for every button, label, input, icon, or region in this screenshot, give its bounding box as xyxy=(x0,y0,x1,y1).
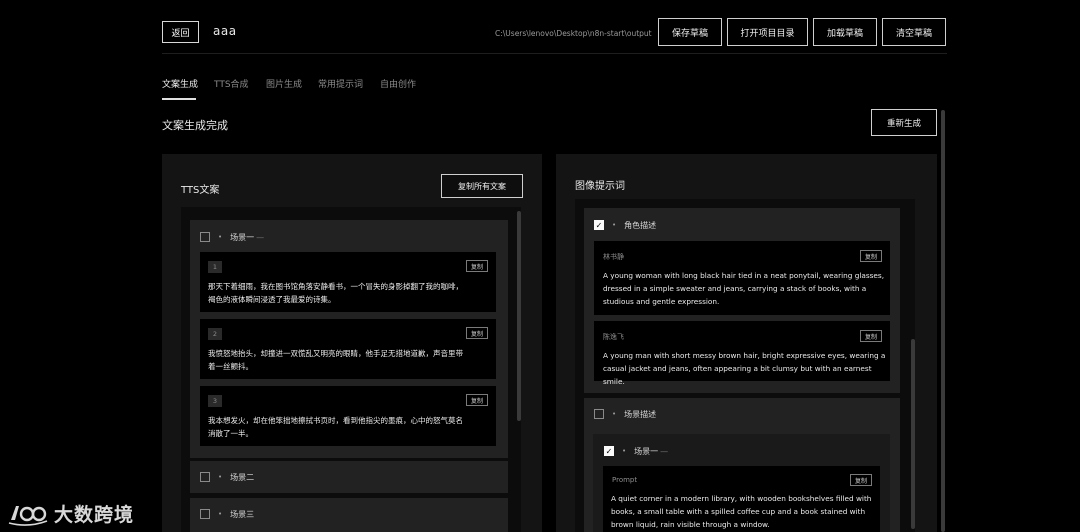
scene-block-label: 场景一 xyxy=(634,446,659,456)
line-number: 2 xyxy=(208,328,222,340)
character-name: 陈逸飞 xyxy=(603,333,624,341)
tts-line-text: 我愤怒地抬头，却撞进一双慌乱又明亮的眼睛，他手足无措地道歉，声音里带 着一丝颤抖… xyxy=(208,349,463,371)
tab-free-create[interactable]: 自由创作 xyxy=(380,77,416,90)
scene-section-label: 场景描述 xyxy=(624,409,657,419)
project-name: aaa xyxy=(213,24,237,38)
regenerate-button[interactable]: 重新生成 xyxy=(871,109,937,136)
copy-line-2-button[interactable]: 复制 xyxy=(466,327,488,339)
prompt-label: Prompt xyxy=(612,476,638,484)
tts-scene-1: • 场景一 — 1 复制 那天下着细雨，我在图书馆角落安静看书，一个冒失的身影掉… xyxy=(190,220,508,458)
page-scrollbar[interactable] xyxy=(941,110,945,532)
tts-scene-3[interactable]: • 场景三 xyxy=(190,498,508,532)
tts-line-card-1: 1 复制 那天下着细雨，我在图书馆角落安静看书，一个冒失的身影掉翻了我的咖啡， … xyxy=(200,252,496,312)
bullet-icon: • xyxy=(622,447,627,455)
character-section-label: 角色描述 xyxy=(624,220,657,230)
bullet-icon: • xyxy=(218,510,223,518)
scene-block-header: ✓ • 场景一 — xyxy=(604,444,668,458)
back-button[interactable]: 返回 xyxy=(162,21,199,43)
character-name: 林书静 xyxy=(603,253,624,261)
line-number: 3 xyxy=(208,395,222,407)
copy-all-button[interactable]: 复制所有文案 xyxy=(441,174,523,198)
tab-image-gen[interactable]: 图片生成 xyxy=(266,77,302,90)
character-description: A young man with short messy brown hair,… xyxy=(603,351,886,386)
scene-header: • 场景二 xyxy=(200,470,254,484)
watermark: 大数跨境 xyxy=(8,498,134,528)
character-section-checkbox[interactable]: ✓ xyxy=(594,220,604,230)
copy-prompt-button[interactable]: 复制 xyxy=(850,474,872,486)
image-prompt-scrollbar[interactable] xyxy=(911,339,915,529)
scene-section-checkbox[interactable] xyxy=(594,409,604,419)
copy-line-3-button[interactable]: 复制 xyxy=(466,394,488,406)
clear-draft-button[interactable]: 清空草稿 xyxy=(882,18,946,46)
scene-header: • 场景三 xyxy=(200,507,254,521)
tts-line-text: 我本想发火，却在他笨拙地擦拭书页时，看到他指尖的墨痕，心中的怒气莫名 消散了一半… xyxy=(208,416,463,438)
prompt-text: A quiet corner in a modern library, with… xyxy=(611,494,872,529)
tab-common-prompts[interactable]: 常用提示词 xyxy=(318,77,363,90)
brand-logo-icon xyxy=(8,506,48,526)
line-number: 1 xyxy=(208,261,222,273)
top-bar: 返回 aaa C:\Users\lenovo\Desktop\n8n-start… xyxy=(162,18,947,54)
character-section: ✓ • 角色描述 林书静 复制 A young woman with long … xyxy=(584,208,900,393)
copy-character-2-button[interactable]: 复制 xyxy=(860,330,882,342)
bullet-icon: • xyxy=(218,233,223,241)
tts-line-text: 那天下着细雨，我在图书馆角落安静看书，一个冒失的身影掉翻了我的咖啡， 褐色的液体… xyxy=(208,282,463,304)
save-draft-button[interactable]: 保存草稿 xyxy=(658,18,722,46)
open-project-dir-button[interactable]: 打开项目目录 xyxy=(727,18,808,46)
scene-2-checkbox[interactable] xyxy=(200,472,210,482)
tts-panel-title: TTS文案 xyxy=(181,185,220,196)
scene-1-checkbox[interactable] xyxy=(200,232,210,242)
dash-icon: — xyxy=(256,232,265,242)
copy-character-1-button[interactable]: 复制 xyxy=(860,250,882,262)
character-section-header: ✓ • 角色描述 xyxy=(594,218,656,232)
scene-3-label: 场景三 xyxy=(230,509,255,519)
image-prompt-panel: 图像提示词 ✓ • 角色描述 林书静 复制 A young woman with… xyxy=(556,154,937,532)
scene-section-header: • 场景描述 xyxy=(594,407,656,421)
image-prompt-scroll-area: ✓ • 角色描述 林书静 复制 A young woman with long … xyxy=(575,199,915,532)
tab-copywriting[interactable]: 文案生成 xyxy=(162,77,198,90)
scene-header: • 场景一 — xyxy=(200,230,264,244)
section-title: 文案生成完成 xyxy=(162,119,228,132)
image-prompt-panel-title: 图像提示词 xyxy=(575,181,625,192)
tts-line-card-3: 3 复制 我本想发火，却在他笨拙地擦拭书页时，看到他指尖的墨痕，心中的怒气莫名 … xyxy=(200,386,496,446)
dash-icon: — xyxy=(660,446,669,456)
bullet-icon: • xyxy=(612,221,617,229)
load-draft-button[interactable]: 加载草稿 xyxy=(813,18,877,46)
tts-scene-2[interactable]: • 场景二 xyxy=(190,461,508,493)
prompt-card: Prompt 复制 A quiet corner in a modern lib… xyxy=(603,466,880,532)
tts-scrollbar[interactable] xyxy=(517,211,521,421)
bullet-icon: • xyxy=(612,410,617,418)
tts-panel: TTS文案 复制所有文案 • 场景一 — 1 复制 那天下着细雨，我在图书馆角落… xyxy=(162,154,542,532)
bullet-icon: • xyxy=(218,473,223,481)
watermark-text: 大数跨境 xyxy=(54,503,135,526)
tab-tts[interactable]: TTS合成 xyxy=(214,77,249,90)
scene-description-section: • 场景描述 ✓ • 场景一 — Prompt 复制 A quiet corne… xyxy=(584,398,900,532)
scene-block: ✓ • 场景一 — Prompt 复制 A quiet corner in a … xyxy=(593,434,890,532)
copy-line-1-button[interactable]: 复制 xyxy=(466,260,488,272)
character-card-2: 陈逸飞 复制 A young man with short messy brow… xyxy=(594,321,890,386)
scene-3-checkbox[interactable] xyxy=(200,509,210,519)
tts-scroll-area: • 场景一 — 1 复制 那天下着细雨，我在图书馆角落安静看书，一个冒失的身影掉… xyxy=(181,207,521,532)
active-tab-indicator xyxy=(162,98,196,100)
scene-1-label: 场景一 xyxy=(230,232,255,242)
tts-line-card-2: 2 复制 我愤怒地抬头，却撞进一双慌乱又明亮的眼睛，他手足无措地道歉，声音里带 … xyxy=(200,319,496,379)
character-description: A young woman with long black hair tied … xyxy=(603,271,885,306)
scene-2-label: 场景二 xyxy=(230,472,255,482)
output-path: C:\Users\lenovo\Desktop\n8n-start\output xyxy=(495,29,652,38)
scene-block-checkbox[interactable]: ✓ xyxy=(604,446,614,456)
character-card-1: 林书静 复制 A young woman with long black hai… xyxy=(594,241,890,315)
